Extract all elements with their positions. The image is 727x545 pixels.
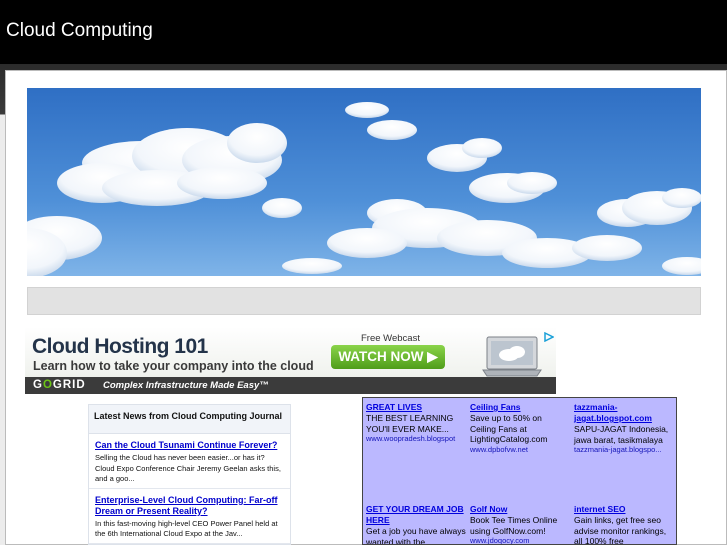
text-ad[interactable]: GREAT LIVES THE BEST LEARNING YOU'll EVE…	[366, 402, 466, 444]
news-item-desc: In this fast-moving high-level CEO Power…	[95, 518, 278, 539]
ad-choices-icon[interactable]	[544, 329, 555, 347]
text-ad-desc: Book Tee Times Online using GolfNow.com!	[470, 515, 558, 536]
banner-ad[interactable]: Cloud Hosting 101 Learn how to take your…	[25, 327, 556, 394]
text-ad[interactable]: Ceiling Fans Save up to 50% on Ceiling F…	[470, 402, 570, 455]
news-widget: Latest News from Cloud Computing Journal…	[88, 404, 291, 545]
text-ad-title[interactable]: Golf Now	[470, 504, 570, 515]
text-ad-desc: Gain links, get free seo advise monitor …	[574, 515, 667, 545]
news-item: Can the Cloud Tsunami Continue Forever? …	[89, 434, 290, 489]
news-item-desc: Selling the Cloud has never been easier.…	[95, 453, 281, 483]
banner-ad-subtitle[interactable]: Learn how to take your company into the …	[33, 359, 314, 373]
gogrid-logo: GOGRID	[33, 379, 86, 391]
text-ad-title[interactable]: tazzmania-jagat.blogspot.com	[574, 402, 674, 424]
text-ad-desc: Get a job you have always wanted with th…	[366, 526, 466, 545]
news-item: Enterprise-Level Cloud Computing: Far-of…	[89, 489, 290, 544]
webcast-label: Free Webcast	[361, 333, 420, 344]
news-item-link[interactable]: Enterprise-Level Cloud Computing: Far-of…	[95, 495, 284, 517]
sky-header-image	[27, 88, 701, 276]
text-ad-title[interactable]: GET YOUR DREAM JOB HERE	[366, 504, 466, 526]
text-ad-title[interactable]: internet SEO	[574, 504, 674, 515]
text-ad[interactable]: Golf Now Book Tee Times Online using Gol…	[470, 504, 570, 544]
laptop-cloud-icon	[481, 335, 543, 382]
text-ad-title[interactable]: Ceiling Fans	[470, 402, 570, 413]
text-ad-title[interactable]: GREAT LIVES	[366, 402, 466, 413]
site-title[interactable]: Cloud Computing	[6, 20, 153, 42]
text-ad-url[interactable]: www.woopradesh.blogspot	[366, 434, 466, 444]
text-ad-desc: SAPU-JAGAT Indonesia, jawa barat, tasikm…	[574, 424, 669, 445]
banner-ad-title[interactable]: Cloud Hosting 101	[32, 335, 208, 359]
text-ad[interactable]: GET YOUR DREAM JOB HERE Get a job you ha…	[366, 504, 466, 545]
text-ad[interactable]: tazzmania-jagat.blogspot.com SAPU-JAGAT …	[574, 402, 674, 455]
text-ad-desc: THE BEST LEARNING YOU'll EVER MAKE...	[366, 413, 454, 434]
top-header-bar: Cloud Computing	[0, 0, 727, 64]
watch-now-button[interactable]: WATCH NOW ▶	[331, 345, 445, 369]
navigation-bar	[27, 287, 701, 315]
text-ad-url[interactable]: www.jdoqocy.com	[470, 536, 570, 544]
news-widget-header: Latest News from Cloud Computing Journal	[89, 405, 290, 434]
banner-ad-tagline: Complex Infrastructure Made Easy™	[103, 380, 269, 391]
text-ad-url[interactable]: tazzmania-jagat.blogspo...	[574, 445, 674, 455]
text-ad-url[interactable]: www.dpbofvw.net	[470, 445, 570, 455]
news-item-link[interactable]: Can the Cloud Tsunami Continue Forever?	[95, 440, 284, 451]
text-ad[interactable]: internet SEO Gain links, get free seo ad…	[574, 504, 674, 545]
text-ad-desc: Save up to 50% on Ceiling Fans at Lighti…	[470, 413, 548, 444]
text-link-ads: GREAT LIVES THE BEST LEARNING YOU'll EVE…	[362, 397, 677, 545]
